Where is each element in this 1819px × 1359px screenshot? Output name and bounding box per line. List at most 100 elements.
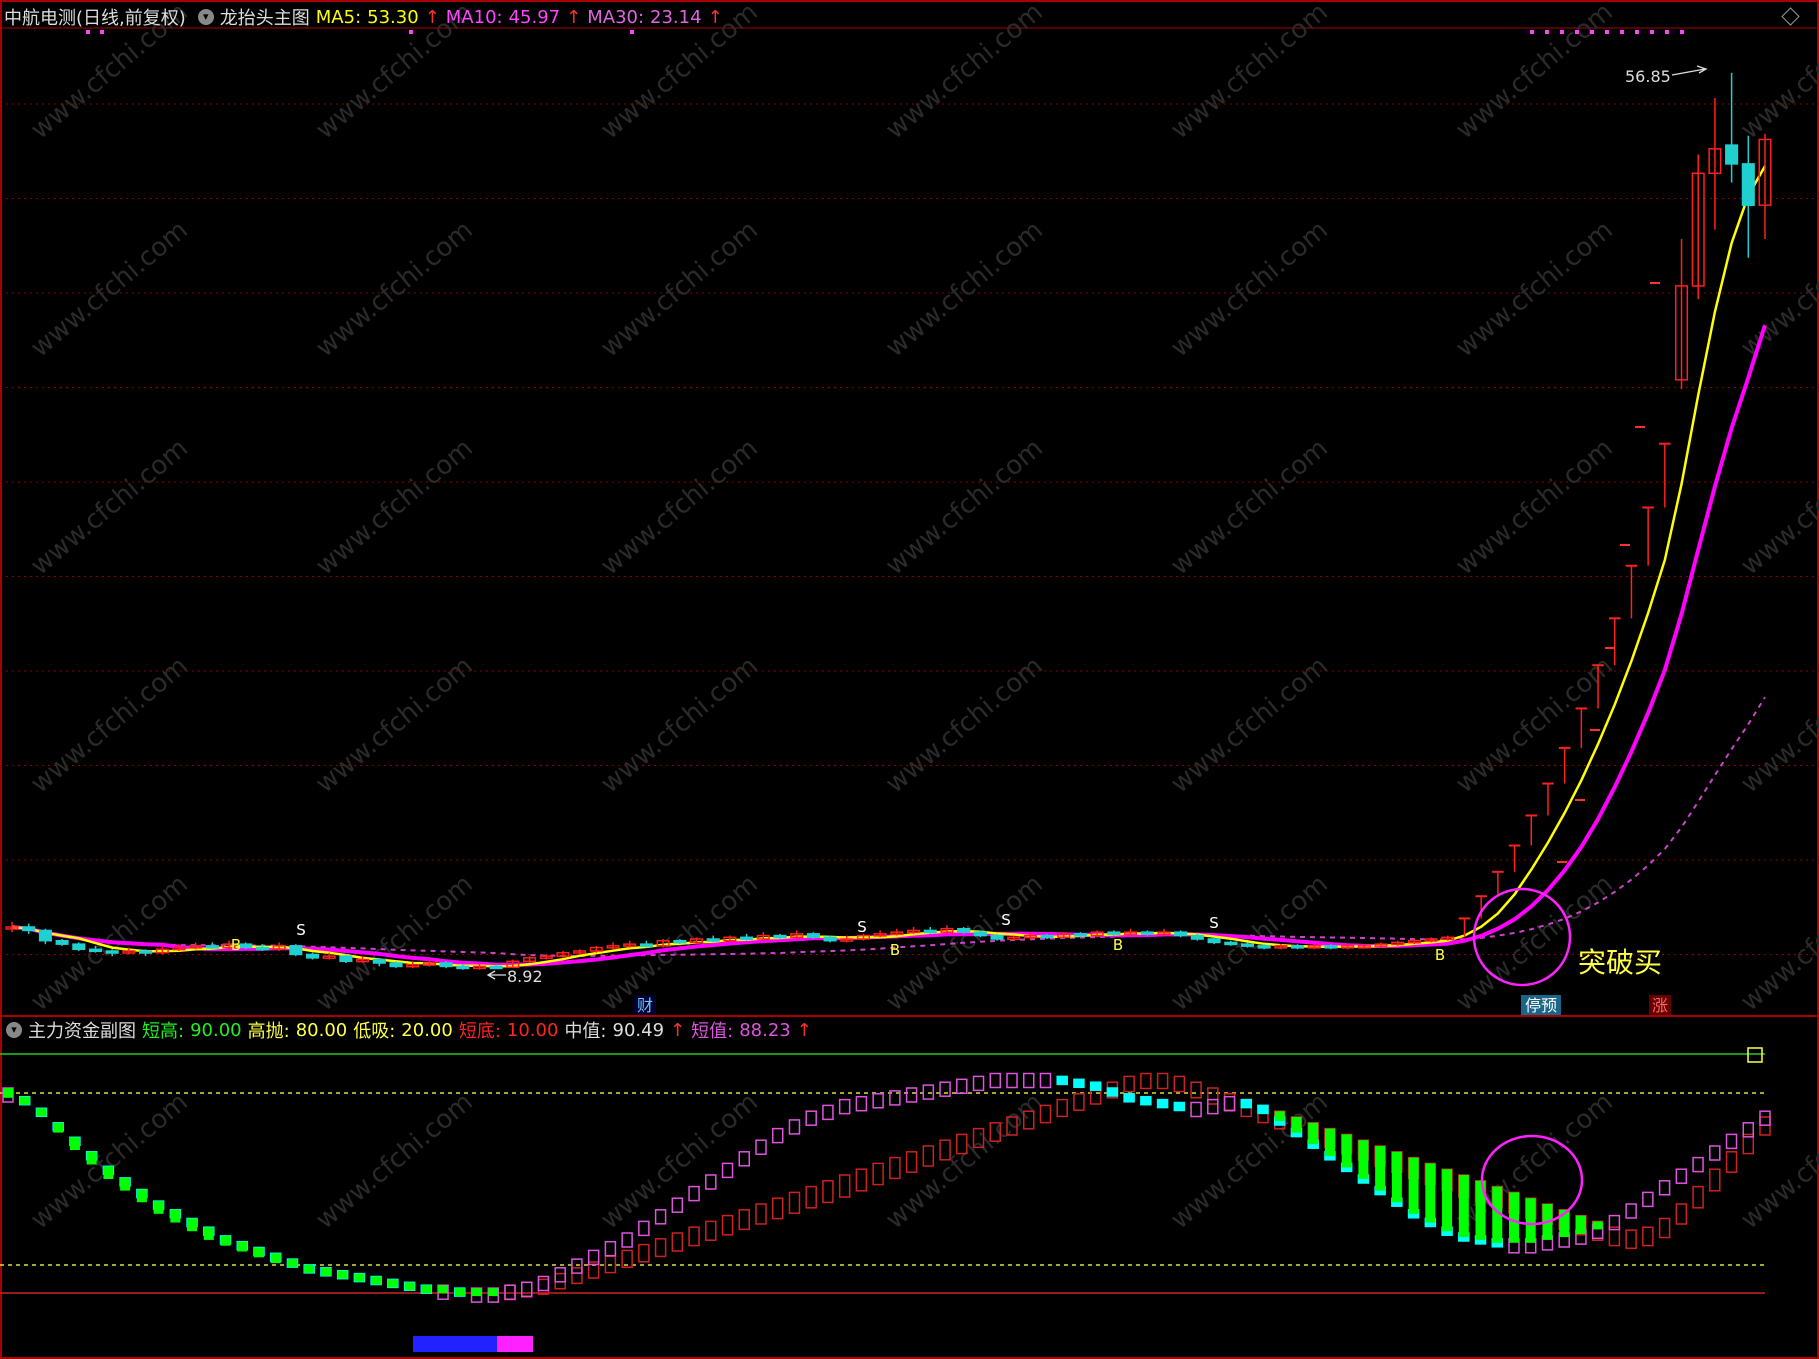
trend-bar [103,1166,114,1179]
trend-bar [1408,1157,1419,1214]
trend-bar [304,1264,315,1273]
candle-body [339,955,353,963]
candle-body [1207,938,1221,944]
ma10-value: 45.97 [508,6,561,28]
short-value-falling [1173,1101,1186,1112]
mid-up-arrow-icon: ↑ [670,1019,686,1041]
signal-dot [630,30,634,34]
trend-bar [136,1189,147,1203]
trend-bar [1592,1221,1603,1230]
trend-bar [1425,1163,1436,1223]
short-value-falling [1106,1087,1119,1097]
trend-bar [1442,1169,1453,1232]
candle-body [305,953,320,959]
signal-dot [1680,30,1684,34]
short-value-falling [1089,1081,1102,1091]
short-high-label: 短高: [142,1021,185,1042]
ma5-value: 53.30 [367,6,419,28]
high-price-label: 56.85 [1625,67,1671,86]
ma5-up-arrow-icon: ↑ [424,6,440,28]
candle-body [1240,943,1254,947]
buy-marker: B [1113,936,1123,954]
candle-body [489,965,503,970]
trend-bar [1358,1140,1369,1179]
marker-cai: 财 [637,996,653,1015]
sub-indicator-toggle-icon[interactable]: ▾ [6,1022,22,1038]
candle-body [639,943,653,947]
signal-dot [86,30,90,34]
indicator-toggle-icon[interactable]: ▾ [197,9,214,25]
trend-bar [404,1282,415,1291]
candle-body [1073,933,1088,937]
candle-body [806,933,820,939]
candle-body [1741,163,1755,206]
buy-marker: B [231,936,241,954]
low-price-label: 8.92 [507,967,543,986]
low-buy-value: 20.00 [401,1019,453,1041]
trend-bar [1375,1146,1386,1191]
candle-body [740,936,754,941]
trend-bar [1525,1198,1536,1243]
breakout-text: 突破买 [1578,946,1662,979]
candle-body [773,934,787,939]
marker-tingyu: 停预 [1525,996,1557,1015]
short-low-value: 10.00 [506,1019,559,1041]
signal-dot [1620,30,1624,34]
sell-marker: S [296,921,306,939]
trend-bar [337,1270,348,1279]
signal-dot [1650,30,1654,34]
low-buy-label: 低吸: [353,1021,396,1042]
chart-canvas: www.cfchi.comwww.cfchi.comwww.cfchi.comw… [0,0,1819,1359]
trend-bar [1575,1215,1586,1235]
trend-bar [488,1288,499,1297]
candle-body [1224,941,1238,946]
trend-bar [153,1201,164,1214]
trend-bar [187,1218,198,1232]
trend-bar [254,1247,264,1258]
trend-bar [203,1227,214,1240]
candle-body [673,939,687,944]
short-low-label: 短底: [458,1021,501,1042]
trend-bar [421,1285,432,1294]
bottom-bar-blue [413,1336,497,1352]
candle-body [706,938,720,942]
candle-body [957,927,971,933]
mid-label: 中值: [564,1021,607,1042]
buy-marker: B [1435,946,1445,964]
ma10-up-arrow-icon: ↑ [566,6,582,28]
candle-body [372,958,386,964]
candle-body [1174,931,1188,937]
trend-bar [287,1259,298,1268]
candle-body [923,929,937,934]
candle-body [72,943,86,951]
candle-body [22,926,36,932]
trend-bar [1291,1117,1302,1133]
short-value-falling [1156,1098,1169,1109]
main-indicator-name[interactable]: 龙抬头主图 [220,4,310,30]
signal-dot [1665,30,1669,34]
signal-dot [1575,30,1579,34]
ma30-label: MA30: [587,6,645,28]
bottom-bar-magenta [497,1336,533,1352]
high-sell-value: 80.00 [295,1019,348,1041]
candle-body [1725,144,1739,165]
short-val-value: 88.23 [739,1019,791,1041]
trend-bar [354,1273,365,1282]
signal-dot [1590,30,1594,34]
sell-marker: S [1209,914,1219,932]
candle-body [55,939,69,945]
signal-dot [1635,30,1639,34]
trend-bar [170,1209,181,1223]
trend-bar [120,1177,131,1191]
main-chart-header: 中航电测(日线,前复权) ▾ 龙抬头主图 MA5: 53.30 ↑ MA10: … [0,4,723,30]
short-val-label: 短值: [691,1021,734,1042]
trend-bar [387,1279,398,1288]
candle-body [105,950,119,954]
sell-marker: S [1001,911,1011,929]
candle-body [88,948,103,953]
mid-value: 90.49 [612,1019,665,1041]
trend-bar [36,1108,47,1117]
short-value-falling [1240,1098,1253,1109]
signal-dot [100,30,104,34]
sub-indicator-name[interactable]: 主力资金副图 [28,1017,136,1043]
